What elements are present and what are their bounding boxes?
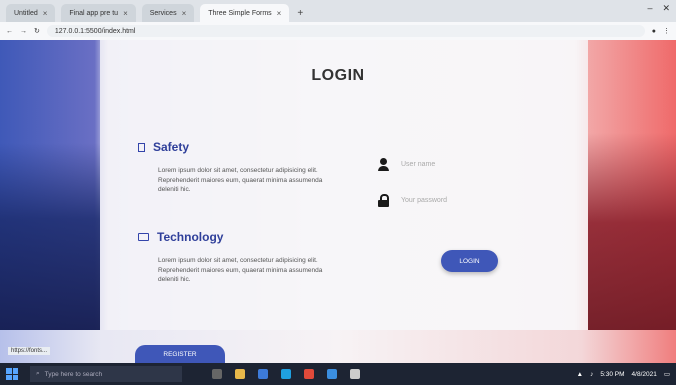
feature-heading: Technology: [138, 230, 338, 244]
browser-tab[interactable]: Services ×: [141, 4, 195, 22]
browser-tab-active[interactable]: Three Simple Forms ×: [200, 4, 290, 22]
feature-text: Lorem ipsum dolor sit amet, consectetur …: [158, 257, 323, 283]
lock-icon: [378, 194, 389, 207]
feature-title: Technology: [157, 230, 224, 244]
password-field[interactable]: Your password: [378, 194, 447, 207]
minimize-icon[interactable]: –: [647, 3, 652, 14]
document-icon: [138, 142, 145, 152]
feature-technology: Technology Lorem ipsum dolor sit amet, c…: [138, 230, 338, 285]
back-icon[interactable]: ←: [6, 28, 13, 35]
network-icon[interactable]: ▲: [577, 371, 583, 378]
system-tray: ▲ ♪ 5:30 PM 4/8/2021 ▭: [577, 370, 670, 379]
user-icon: [378, 158, 389, 171]
tab-title: Services: [149, 9, 177, 17]
feature-text: Lorem ipsum dolor sit amet, consectetur …: [158, 167, 323, 193]
clock-date[interactable]: 4/8/2021: [632, 371, 657, 378]
password-placeholder: Your password: [401, 197, 448, 204]
chrome-icon[interactable]: [304, 369, 314, 379]
taskbar: ⌕ Type here to search ▲ ♪ 5:30 PM 4/8/20…: [0, 363, 676, 385]
username-placeholder: User name: [401, 161, 436, 168]
clock-time[interactable]: 5:30 PM: [600, 371, 624, 378]
notifications-icon[interactable]: ▭: [664, 370, 670, 378]
task-view-icon[interactable]: [212, 369, 222, 379]
close-icon[interactable]: ×: [123, 9, 128, 18]
feature-heading: Safety: [138, 140, 338, 154]
menu-icon[interactable]: ⋮: [663, 27, 670, 35]
feature-safety: Safety Lorem ipsum dolor sit amet, conse…: [138, 140, 338, 195]
status-bar-url: https://fonts...: [8, 347, 51, 355]
close-icon[interactable]: ×: [43, 9, 48, 18]
tab-title: Untitled: [14, 9, 38, 17]
register-button[interactable]: REGISTER: [135, 345, 225, 363]
url-field[interactable]: 127.0.0.1:5500/index.html: [46, 25, 645, 37]
forest-left-decoration: [0, 143, 100, 333]
browser-tab-bar: Untitled × Final app pre tu × Services ×…: [0, 0, 676, 22]
window-controls: – ✕: [647, 3, 670, 14]
vscode-icon[interactable]: [327, 369, 337, 379]
login-button[interactable]: LOGIN: [441, 250, 498, 272]
close-window-icon[interactable]: ✕: [662, 3, 670, 14]
username-field[interactable]: User name: [378, 158, 435, 171]
forward-icon[interactable]: →: [20, 28, 27, 35]
feature-title: Safety: [153, 140, 190, 154]
login-page: LOGIN Safety Lorem ipsum dolor sit amet,…: [0, 40, 676, 363]
reload-icon[interactable]: ↻: [34, 27, 40, 35]
new-tab-button[interactable]: +: [297, 4, 303, 22]
bottom-strip: [0, 330, 676, 363]
forest-right-decoration: [588, 133, 676, 333]
monitor-icon: [138, 233, 149, 241]
edge-icon[interactable]: [281, 369, 291, 379]
browser-tab[interactable]: Untitled ×: [6, 4, 56, 22]
browser-tab[interactable]: Final app pre tu ×: [61, 4, 136, 22]
volume-icon[interactable]: ♪: [590, 371, 593, 378]
address-bar: ← → ↻ 127.0.0.1:5500/index.html ● ⋮: [0, 22, 676, 40]
tab-title: Final app pre tu: [69, 9, 119, 17]
close-icon[interactable]: ×: [182, 9, 187, 18]
tab-title: Three Simple Forms: [208, 9, 272, 17]
page-title: LOGIN: [311, 67, 365, 84]
mail-icon[interactable]: [258, 369, 268, 379]
taskbar-apps: [212, 369, 360, 379]
file-explorer-icon[interactable]: [235, 369, 245, 379]
search-placeholder: Type here to search: [44, 370, 103, 378]
windows-start-icon[interactable]: [6, 368, 18, 380]
close-icon[interactable]: ×: [277, 9, 282, 18]
taskbar-search[interactable]: ⌕ Type here to search: [30, 366, 182, 382]
url-text: 127.0.0.1:5500/index.html: [54, 27, 136, 35]
search-icon: ⌕: [36, 370, 40, 377]
profile-icon[interactable]: ●: [652, 28, 656, 35]
settings-icon[interactable]: [350, 369, 360, 379]
